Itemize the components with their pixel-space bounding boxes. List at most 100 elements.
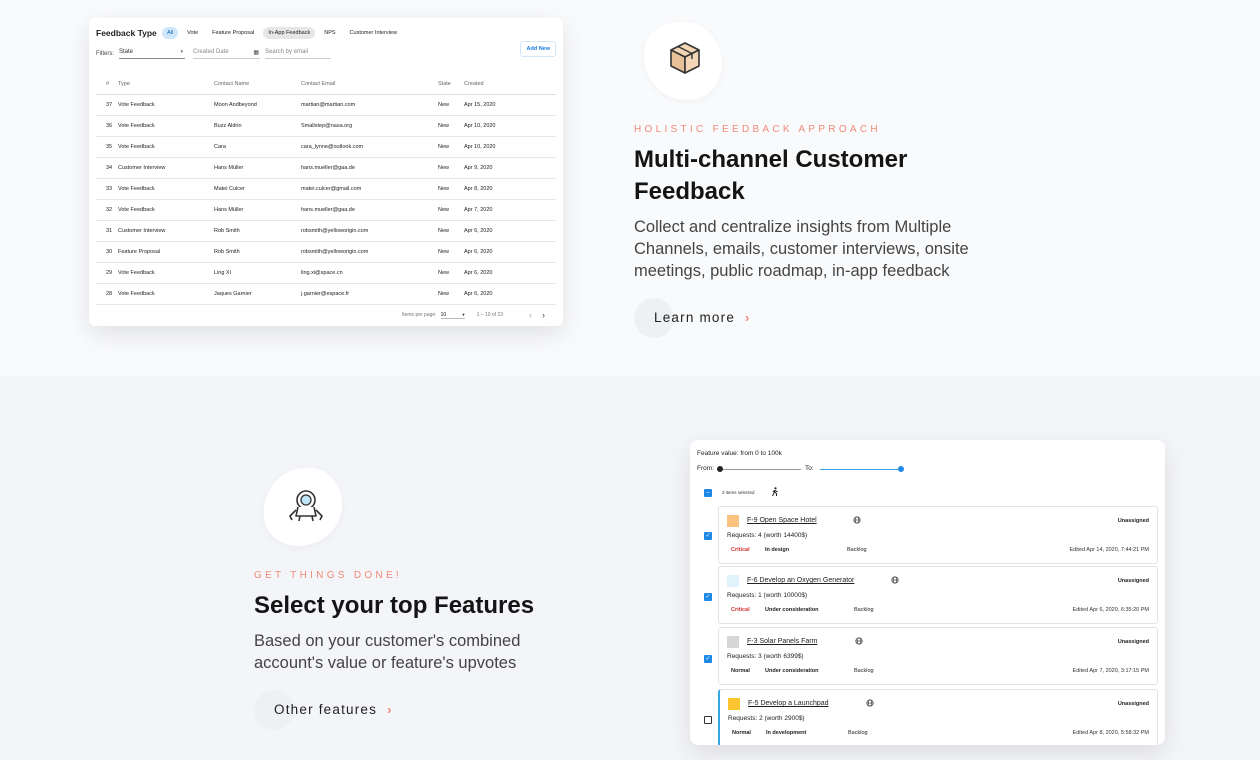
section-description: Based on your customer's combined accoun…	[254, 632, 521, 672]
table-cell: j.garnier@espace.fr	[301, 283, 438, 305]
to-slider-handle[interactable]	[898, 466, 904, 472]
calendar-icon[interactable]: ▦	[253, 49, 259, 56]
table-cell: Apr 8, 2020	[464, 178, 556, 200]
edited-timestamp: Edited Apr 6, 2020, 6:35:20 PM	[1072, 607, 1149, 613]
table-cell: hans.mueller@gaa.de	[301, 157, 438, 179]
feature-checkbox[interactable]	[704, 716, 712, 724]
feature-card[interactable]: F-5 Develop a Launchpad Unassigned Request…	[718, 689, 1158, 745]
table-cell: Apr 10, 2020	[464, 115, 556, 137]
table-row[interactable]: 32 Vote Feedback Hans Müller hans.mueller@g…	[96, 199, 556, 221]
edited-timestamp: Edited Apr 14, 2020, 7:44:21 PM	[1069, 547, 1149, 553]
feature-card[interactable]: F-3 Solar Panels Farm Unassigned Requests:…	[718, 627, 1158, 685]
table-row[interactable]: 36 Vote Feedback Buzz Aldrin Smallstep@nasa…	[96, 115, 556, 137]
column-header[interactable]: #	[96, 75, 118, 95]
table-cell: cara_lynne@outlook.com	[301, 136, 438, 158]
column-header[interactable]: State	[438, 75, 464, 95]
section-description: Collect and centralize insights from Mul…	[634, 218, 969, 280]
features-card: Feature value: from 0 to 100k From: To: …	[690, 440, 1165, 745]
to-label: To:	[805, 465, 814, 472]
column-header[interactable]: Contact Name	[214, 75, 301, 95]
from-slider-handle[interactable]	[717, 466, 723, 472]
items-per-page-value: 10	[440, 311, 447, 318]
table-cell: New	[438, 94, 464, 116]
table-row[interactable]: 37 Vote Feedback Moon Andbeyond martian@mar…	[96, 94, 556, 116]
feature-color-swatch	[727, 515, 739, 527]
next-page-icon[interactable]: ›	[542, 310, 545, 320]
chip-vote[interactable]: Vote	[182, 27, 203, 39]
created-date-placeholder: Created Date	[193, 49, 229, 55]
selected-count: 3 items selected	[722, 490, 755, 495]
add-new-button[interactable]: Add New	[520, 41, 556, 57]
column-header[interactable]: Type	[118, 75, 214, 95]
feature-title-link[interactable]: F-9 Open Space Hotel	[747, 517, 817, 524]
items-per-page-select[interactable]: 10 ▾	[440, 311, 465, 319]
created-date-field[interactable]: Created Date ▦	[193, 49, 260, 59]
column-header[interactable]: Contact Email	[301, 75, 438, 95]
globe-icon	[866, 699, 874, 707]
email-search-input[interactable]: Search by email	[265, 49, 331, 59]
assignee-label[interactable]: Unassigned	[1118, 639, 1149, 645]
select-all-checkbox[interactable]: –	[704, 489, 712, 497]
chip-feature-proposal[interactable]: Feature Proposal	[207, 27, 259, 39]
other-features-button[interactable]: Other features ›	[254, 690, 393, 730]
table-cell: Vote Feedback	[118, 262, 214, 284]
feature-title-link[interactable]: F-3 Solar Panels Farm	[747, 638, 817, 645]
assignee-label[interactable]: Unassigned	[1118, 518, 1149, 524]
table-cell: Apr 7, 2020	[464, 199, 556, 221]
chip-nps[interactable]: NPS	[319, 27, 340, 39]
table-cell: Vote Feedback	[118, 178, 214, 200]
status-badge: In development	[766, 730, 807, 736]
feature-card[interactable]: F-9 Open Space Hotel Unassigned Requests: …	[718, 506, 1158, 564]
assignee-label[interactable]: Unassigned	[1118, 578, 1149, 584]
category-badge: Backlog	[847, 547, 867, 553]
globe-icon	[855, 637, 863, 645]
feature-checkbox[interactable]: ✓	[704, 655, 712, 663]
table-cell: Hans Müller	[214, 157, 301, 179]
status-badge: Under consideration	[765, 607, 819, 613]
learn-more-label: Learn more	[654, 310, 736, 325]
feedback-table: # Type Contact Name Contact Email State …	[96, 75, 556, 305]
table-cell: 28	[96, 283, 118, 305]
feature-title-link[interactable]: F-5 Develop a Launchpad	[748, 700, 829, 707]
state-select[interactable]: State ▾	[119, 49, 185, 59]
table-row[interactable]: 34 Customer Interview Hans Müller hans.muel…	[96, 157, 556, 179]
globe-icon	[891, 576, 899, 584]
other-features-label: Other features	[274, 702, 378, 717]
table-row[interactable]: 29 Vote Feedback Ling Xi ling.xi@space.cn Ne…	[96, 262, 556, 284]
table-cell: 33	[96, 178, 118, 200]
feature-checkbox[interactable]: ✓	[704, 532, 712, 540]
column-header[interactable]: Created	[464, 75, 556, 95]
table-cell: 32	[96, 199, 118, 221]
chip-in-app-feedback[interactable]: In-App Feedback	[263, 27, 316, 39]
table-cell: New	[438, 178, 464, 200]
from-slider-track[interactable]	[718, 469, 801, 470]
table-cell: Smallstep@nasa.org	[301, 115, 438, 137]
table-cell: 31	[96, 220, 118, 242]
feature-card[interactable]: F-6 Develop an Oxygen Generator Unassigne…	[718, 566, 1158, 624]
chip-customer-interview[interactable]: Customer Interview	[345, 27, 402, 39]
edited-timestamp: Edited Apr 8, 2020, 5:58:32 PM	[1072, 730, 1149, 736]
chevron-right-icon: ›	[745, 310, 751, 325]
table-row[interactable]: 28 Vote Feedback Jaques Garnier j.garnier@e…	[96, 283, 556, 305]
feature-title-link[interactable]: F-6 Develop an Oxygen Generator	[747, 577, 854, 584]
caret-down-icon: ▾	[180, 49, 183, 55]
chip-all[interactable]: All	[162, 27, 179, 39]
assignee-label[interactable]: Unassigned	[1118, 701, 1149, 707]
table-cell: New	[438, 220, 464, 242]
section-eyebrow: HOLISTIC FEEDBACK APPROACH	[634, 124, 881, 135]
table-cell: Customer Interview	[118, 220, 214, 242]
robot-icon	[289, 490, 323, 522]
feedback-section: Feedback Type All Vote Feature Proposal …	[0, 0, 1260, 376]
feature-color-swatch	[727, 575, 739, 587]
table-row[interactable]: 31 Customer Interview Rob Smith robsmith@ye…	[96, 220, 556, 242]
prev-page-icon[interactable]: ‹	[529, 310, 532, 320]
table-row[interactable]: 35 Vote Feedback Cara cara_lynne@outlook.co…	[96, 136, 556, 158]
to-slider-track[interactable]	[820, 469, 902, 470]
feature-checkbox[interactable]: ✓	[704, 593, 712, 601]
walking-person-icon[interactable]	[770, 487, 780, 497]
table-row[interactable]: 30 Feature Proposal Rob Smith robsmith@yell…	[96, 241, 556, 263]
table-row[interactable]: 33 Vote Feedback Matei Culcer matei.culcer@…	[96, 178, 556, 200]
requests-summary: Requests: 1 (worth 10000$)	[727, 592, 808, 599]
learn-more-button[interactable]: Learn more ›	[634, 298, 751, 338]
caret-down-icon: ▾	[462, 311, 465, 317]
